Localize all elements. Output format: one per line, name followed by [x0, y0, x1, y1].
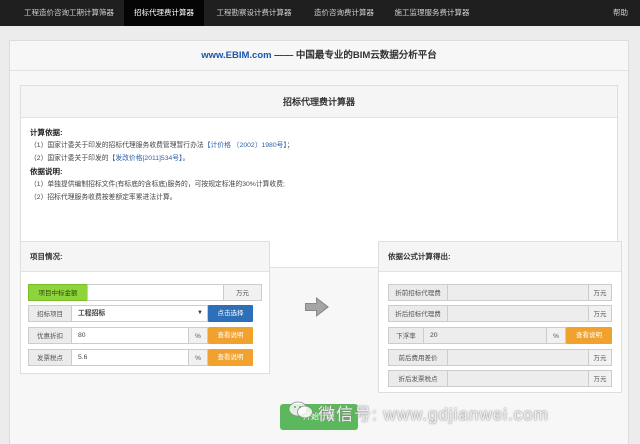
- project-panel: 项目情况: 项目中标金额 万元 招标项目 工程招标 ▼ 点击选择 优惠折扣 80…: [20, 241, 270, 374]
- caret-down-icon: ▼: [197, 310, 203, 316]
- result-row-fee-difference: 前后费用差价 万元: [388, 349, 612, 366]
- tax-row: 发票税点 5.6 % 查看说明: [28, 349, 262, 366]
- basis-item-2-doc[interactable]: 【发改价格[2011]534号】: [109, 155, 183, 162]
- basis-heading: 计算依据:: [30, 128, 63, 137]
- result-row-post-discount-fee: 折后招标代理费 万元: [388, 305, 612, 322]
- fee-difference-output: [447, 349, 589, 366]
- top-navigation: 工程造价咨询工期计算筛器 招标代理费计算器 工程勘察设计费计算器 造价咨询费计算…: [0, 0, 640, 26]
- help-link[interactable]: 帮助: [613, 0, 628, 26]
- result-row-invoice-tax: 折后发票税点 万元: [388, 370, 612, 387]
- wechat-watermark: 微信号: www.gdjianwei.com: [288, 396, 638, 426]
- post-discount-fee-label: 折后招标代理费: [388, 305, 448, 322]
- float-rate-label: 下浮率: [388, 327, 424, 344]
- basis-item-1-suffix: ；: [286, 142, 294, 149]
- bid-item-selected: 工程招标: [78, 310, 106, 317]
- result-row-float-rate: 下浮率 20 % 查看说明: [388, 327, 612, 344]
- basis-item-1-text: （1）国家计委关于印发的招标代理服务收费管理暂行办法: [30, 142, 204, 149]
- tax-label: 发票税点: [28, 349, 72, 366]
- site-banner: www.EBIM.com —— 中国最专业的BIM云数据分析平台: [10, 41, 628, 71]
- result-panel: 依据公式计算得出: 折前招标代理费 万元 折后招标代理费 万元 下浮率 20 %…: [378, 241, 622, 393]
- notes-heading: 依据说明:: [30, 167, 63, 176]
- bid-item-select[interactable]: 工程招标 ▼: [71, 305, 208, 322]
- tab-bidding-agency-fee[interactable]: 招标代理费计算器: [124, 0, 204, 26]
- result-row-pre-discount-fee: 折前招标代理费 万元: [388, 284, 612, 301]
- basis-item-2: （2）国家计委关于印发的【发改价格[2011]534号】。: [30, 152, 610, 165]
- pre-discount-fee-output: [447, 284, 589, 301]
- tab-cost-consulting-fee[interactable]: 造价咨询费计算器: [304, 0, 384, 26]
- note-item-2: （2）招标代理服务收费按差额定率累进法计算。: [30, 194, 177, 201]
- pre-discount-fee-label: 折前招标代理费: [388, 284, 448, 301]
- bid-amount-unit: 万元: [223, 284, 262, 301]
- calculation-basis: 计算依据: （1）国家计委关于印发的招标代理服务收费管理暂行办法【计价格 〔20…: [30, 126, 610, 204]
- invoice-tax-label: 折后发票税点: [388, 370, 448, 387]
- float-rate-output: 20: [423, 327, 547, 344]
- post-discount-fee-output: [447, 305, 589, 322]
- post-discount-fee-unit: 万元: [588, 305, 612, 322]
- bid-amount-input[interactable]: [87, 284, 224, 301]
- main-container: www.EBIM.com —— 中国最专业的BIM云数据分析平台 招标代理费计算…: [9, 40, 629, 444]
- bid-item-row: 招标项目 工程招标 ▼ 点击选择: [28, 305, 262, 322]
- basis-item-2-suffix: 。: [182, 155, 190, 162]
- site-tagline: —— 中国最专业的BIM云数据分析平台: [274, 50, 437, 61]
- basis-item-2-text: （2）国家计委关于印发的: [30, 155, 109, 162]
- discount-row: 优惠折扣 80 % 查看说明: [28, 327, 262, 344]
- discount-label: 优惠折扣: [28, 327, 72, 344]
- watermark-text: 微信号: www.gdjianwei.com: [318, 405, 549, 424]
- tab-engineering-consulting-period[interactable]: 工程造价咨询工期计算筛器: [14, 0, 124, 26]
- tab-survey-design-fee[interactable]: 工程勘察设计费计算器: [204, 0, 304, 26]
- project-heading: 项目情况:: [21, 242, 269, 272]
- tax-info-button[interactable]: 查看说明: [208, 349, 253, 366]
- bid-item-label: 招标项目: [28, 305, 72, 322]
- fee-difference-unit: 万元: [588, 349, 612, 366]
- arrow-right-icon: [305, 297, 329, 317]
- tax-input[interactable]: 5.6: [71, 349, 189, 366]
- calculator-title: 招标代理费计算器: [21, 86, 617, 118]
- invoice-tax-unit: 万元: [588, 370, 612, 387]
- tax-unit: %: [188, 349, 208, 366]
- discount-unit: %: [188, 327, 208, 344]
- result-heading: 依据公式计算得出:: [379, 242, 621, 272]
- site-url[interactable]: www.EBIM.com: [201, 50, 271, 61]
- basis-item-1: （1）国家计委关于印发的招标代理服务收费管理暂行办法【计价格 〔2002〕198…: [30, 139, 610, 152]
- bid-amount-label: 项目中标金额: [28, 284, 88, 301]
- tab-construction-supervision-fee[interactable]: 施工监理服务费计算器: [384, 0, 480, 26]
- invoice-tax-output: [447, 370, 589, 387]
- discount-info-button[interactable]: 查看说明: [208, 327, 253, 344]
- discount-input[interactable]: 80: [71, 327, 189, 344]
- wechat-icon: [288, 401, 313, 419]
- note-item-1: （1）单独提供编制招标文件(有标底的含标底)服务的，可按规定标准的30%计算收费…: [30, 181, 285, 188]
- float-rate-unit: %: [546, 327, 566, 344]
- bid-amount-row: 项目中标金额 万元: [28, 284, 262, 301]
- basis-item-1-doc[interactable]: 【计价格 〔2002〕1980号】: [204, 142, 287, 149]
- float-rate-info-button[interactable]: 查看说明: [566, 327, 612, 344]
- pre-discount-fee-unit: 万元: [588, 284, 612, 301]
- fee-difference-label: 前后费用差价: [388, 349, 448, 366]
- select-bid-item-button[interactable]: 点击选择: [208, 305, 253, 322]
